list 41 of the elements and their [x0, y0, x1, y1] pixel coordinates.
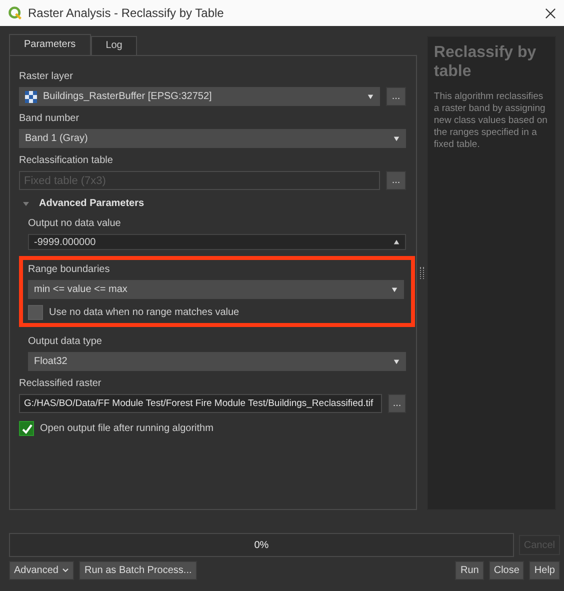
dropdown[interactable]: Float32	[28, 352, 406, 371]
section-header[interactable]: Advanced Parameters	[39, 198, 144, 209]
help-title: Reclassify by table	[434, 43, 538, 81]
dropdown-arrow-icon	[393, 358, 400, 365]
splitter-handle[interactable]	[420, 267, 424, 279]
progress-text: 0%	[254, 540, 269, 550]
field-label: Reclassification table	[19, 154, 114, 168]
field-label: Range boundaries	[28, 263, 111, 277]
checkbox-label: Use no data when no range matches value	[49, 307, 240, 318]
dropdown[interactable]: min <= value <= max	[28, 280, 404, 299]
tab[interactable]: Log	[90, 36, 138, 55]
logo-icon	[8, 6, 22, 20]
button[interactable]: Close	[488, 561, 524, 580]
dropdown-arrow-icon	[391, 286, 398, 293]
field-label: Reclassified raster	[19, 377, 102, 391]
browse-button[interactable]: ...	[388, 394, 406, 413]
menu-button[interactable]: Advanced	[9, 561, 74, 580]
button[interactable]: Help	[529, 561, 560, 580]
button[interactable]: Run as Batch Process...	[79, 561, 197, 580]
checkbox[interactable]	[28, 305, 43, 320]
help-text: This algorithm reclassifies a raster band by assigning new class values based on the ranges specified in a fixed table.	[434, 91, 548, 151]
button[interactable]: Run	[455, 561, 484, 580]
dropdown-arrow-icon	[367, 93, 374, 100]
tab[interactable]: Parameters	[9, 34, 91, 55]
number-field[interactable]: -9999.000000	[28, 234, 406, 250]
checkbox-label: Open output file after running algorithm	[40, 423, 214, 434]
field-label: Output no data value	[28, 217, 122, 231]
field-label: Band number	[19, 112, 80, 126]
raster-layer-icon	[25, 90, 37, 102]
field-label: Raster layer	[19, 70, 74, 84]
checkbox[interactable]	[19, 421, 34, 436]
close-icon[interactable]	[545, 8, 556, 18]
dropdown[interactable]: Band 1 (Gray)	[19, 129, 406, 148]
file-path-field[interactable]: G:/HAS/BO/Data/FF Module Test/Forest Fire Module Test/Buildings_Reclassified.tif	[19, 394, 382, 413]
dropdown[interactable]: Buildings_RasterBuffer [EPSG:32752]	[19, 87, 380, 106]
spin-up-icon	[393, 238, 400, 246]
window-title: Raster Analysis - Reclassify by Table	[28, 6, 225, 20]
dropdown-arrow-icon	[393, 135, 400, 142]
browse-button[interactable]: ...	[386, 171, 406, 190]
field-label: Output data type	[28, 335, 103, 349]
browse-button[interactable]: ...	[386, 87, 406, 106]
